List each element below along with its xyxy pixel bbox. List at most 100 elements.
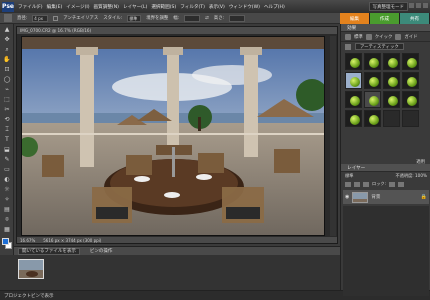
straighten-tool-icon[interactable]: ⌶ bbox=[2, 125, 12, 134]
brush-preset-icon[interactable] bbox=[4, 14, 12, 22]
bin-show-dropdown[interactable]: 開いているファイルを表示 bbox=[18, 247, 80, 255]
dodge-tool-icon[interactable]: ☼ bbox=[2, 185, 12, 194]
menu-help[interactable]: ヘルプ(H) bbox=[264, 4, 285, 10]
filter-category-icon[interactable] bbox=[345, 43, 351, 50]
organizer-mode-button[interactable]: 写真整理モード bbox=[368, 2, 408, 11]
effect-preview-ball bbox=[407, 77, 417, 87]
effect-thumbnail[interactable] bbox=[383, 110, 400, 127]
menu-filter[interactable]: フィルタ(T) bbox=[180, 4, 205, 10]
shape-tool-icon[interactable]: ⌾ bbox=[2, 215, 12, 224]
effects-category-bar: アーティスティック bbox=[341, 42, 430, 51]
effect-thumbnail[interactable] bbox=[402, 110, 419, 127]
foreground-color-swatch[interactable] bbox=[2, 238, 9, 245]
effects-category-dropdown[interactable]: アーティスティック bbox=[355, 43, 404, 50]
lock-all-icon[interactable] bbox=[397, 181, 404, 187]
delete-layer-icon[interactable] bbox=[363, 181, 369, 187]
effect-thumbnail[interactable] bbox=[402, 53, 419, 70]
brush-tool-icon[interactable]: ✎ bbox=[2, 155, 12, 164]
layers-panel-header[interactable]: レイヤー bbox=[341, 164, 430, 172]
photo-canvas[interactable] bbox=[21, 36, 325, 236]
effect-thumbnail[interactable] bbox=[364, 110, 381, 127]
style-label: スタイル: bbox=[103, 16, 123, 21]
menu-file[interactable]: ファイル(F) bbox=[18, 4, 43, 10]
hand-move-icon[interactable]: ✥ bbox=[2, 35, 12, 44]
lock-transparent-icon[interactable] bbox=[388, 181, 395, 187]
menu-select[interactable]: 選択範囲(S) bbox=[151, 4, 176, 10]
filters-icon[interactable] bbox=[345, 33, 351, 40]
workspace-tabs: 編集 作成 共有 bbox=[340, 13, 430, 24]
status-text[interactable]: プロジェクトビンで表示 bbox=[4, 293, 54, 299]
swap-icon[interactable]: ⇄ bbox=[205, 16, 209, 21]
blur-tool-icon[interactable]: ◐ bbox=[2, 175, 12, 184]
cookie-cutter-icon[interactable]: ▦ bbox=[2, 225, 12, 234]
crop-tool-icon[interactable]: ✂ bbox=[2, 105, 12, 114]
photo-image bbox=[22, 37, 324, 235]
effect-thumbnail[interactable] bbox=[364, 72, 381, 89]
bin-thumbnail[interactable] bbox=[18, 259, 44, 279]
document-area: IMG_0700.CR2 @ 16.7% (RGB/16) 16.67% 561… bbox=[14, 24, 340, 246]
zoom-tool-icon[interactable]: ⌕ bbox=[2, 45, 12, 54]
gradient-tool-icon[interactable]: ▤ bbox=[2, 205, 12, 214]
size-field[interactable]: 4 px bbox=[32, 14, 49, 22]
visibility-eye-icon[interactable]: ◉ bbox=[345, 194, 349, 200]
effect-thumbnail[interactable] bbox=[402, 91, 419, 108]
document-vertical-scrollbar[interactable] bbox=[330, 36, 336, 236]
opacity-field[interactable]: 100% bbox=[415, 173, 427, 178]
lasso-tool-icon[interactable]: ⌁ bbox=[2, 85, 12, 94]
photo-effects-icon[interactable] bbox=[395, 33, 402, 40]
layer-row-background[interactable]: ◉ 背景 🔒 bbox=[343, 190, 429, 204]
menu-view[interactable]: 表示(V) bbox=[209, 4, 225, 10]
opacity-label: 不透明度: bbox=[395, 173, 414, 178]
effect-thumbnail[interactable] bbox=[383, 91, 400, 108]
effect-thumbnail[interactable] bbox=[345, 53, 362, 70]
effect-thumbnail[interactable] bbox=[383, 72, 400, 89]
sponge-tool-icon[interactable]: ✧ bbox=[2, 195, 12, 204]
menu-image[interactable]: イメージ(I) bbox=[66, 4, 89, 10]
effect-thumbnail[interactable] bbox=[402, 72, 419, 89]
effects-mode-full[interactable]: 標準 bbox=[354, 34, 363, 40]
maximize-button[interactable] bbox=[416, 3, 421, 8]
stamp-tool-icon[interactable]: ⬓ bbox=[2, 145, 12, 154]
new-layer-icon[interactable] bbox=[345, 181, 351, 187]
tab-edit[interactable]: 編集 bbox=[340, 13, 370, 24]
hand-tool-icon[interactable]: ✋ bbox=[2, 55, 12, 64]
height-field[interactable] bbox=[229, 14, 246, 22]
effects-mode-quick[interactable]: クイック bbox=[375, 34, 393, 40]
thumbnail-image bbox=[19, 260, 43, 278]
tab-share[interactable]: 共有 bbox=[400, 13, 430, 24]
quick-select-icon[interactable]: ⬚ bbox=[2, 95, 12, 104]
width-field[interactable] bbox=[184, 14, 201, 22]
zoom-readout[interactable]: 16.67% bbox=[20, 238, 35, 243]
menu-window[interactable]: ウィンドウ(W) bbox=[229, 4, 260, 10]
effect-thumbnail[interactable] bbox=[383, 53, 400, 70]
type-tool-icon[interactable]: T bbox=[2, 135, 12, 144]
minimize-button[interactable] bbox=[409, 3, 414, 8]
refine-edge-button[interactable]: 境界を調整 bbox=[146, 15, 168, 21]
marquee-tool-icon[interactable]: ⊡ bbox=[2, 65, 12, 74]
antialias-checkbox[interactable] bbox=[53, 15, 59, 21]
eraser-tool-icon[interactable]: ▭ bbox=[2, 165, 12, 174]
styles-icon[interactable] bbox=[365, 33, 372, 40]
style-dropdown[interactable]: 標準 bbox=[127, 14, 142, 22]
menu-edit[interactable]: 編集(E) bbox=[47, 4, 63, 10]
adjustment-layer-icon[interactable] bbox=[354, 181, 360, 187]
move-tool-icon[interactable]: ▲ bbox=[2, 25, 12, 34]
menu-enhance[interactable]: 画質調整(N) bbox=[94, 4, 119, 10]
effects-thumbnail-grid bbox=[341, 51, 430, 129]
effect-thumbnail[interactable] bbox=[345, 91, 362, 108]
bin-actions-button[interactable]: ビンの操作 bbox=[90, 248, 113, 254]
tab-create[interactable]: 作成 bbox=[370, 13, 400, 24]
effects-panel-header[interactable]: 効果 bbox=[341, 24, 430, 32]
effects-toolbar: 標準 クイック ガイド bbox=[341, 32, 430, 42]
recompose-tool-icon[interactable]: ⟲ bbox=[2, 115, 12, 124]
close-button[interactable] bbox=[423, 3, 428, 8]
effect-thumbnail[interactable] bbox=[345, 110, 362, 127]
effect-thumbnail[interactable] bbox=[364, 91, 381, 108]
blend-mode-dropdown[interactable]: 標準 bbox=[345, 173, 353, 179]
effect-thumbnail[interactable] bbox=[345, 72, 362, 89]
effects-mode-guided[interactable]: ガイド bbox=[404, 34, 417, 40]
ellipse-marquee-icon[interactable]: ◯ bbox=[2, 75, 12, 84]
effect-thumbnail[interactable] bbox=[364, 53, 381, 70]
effect-preview-ball bbox=[407, 96, 417, 106]
menu-layer[interactable]: レイヤー(L) bbox=[123, 4, 147, 10]
